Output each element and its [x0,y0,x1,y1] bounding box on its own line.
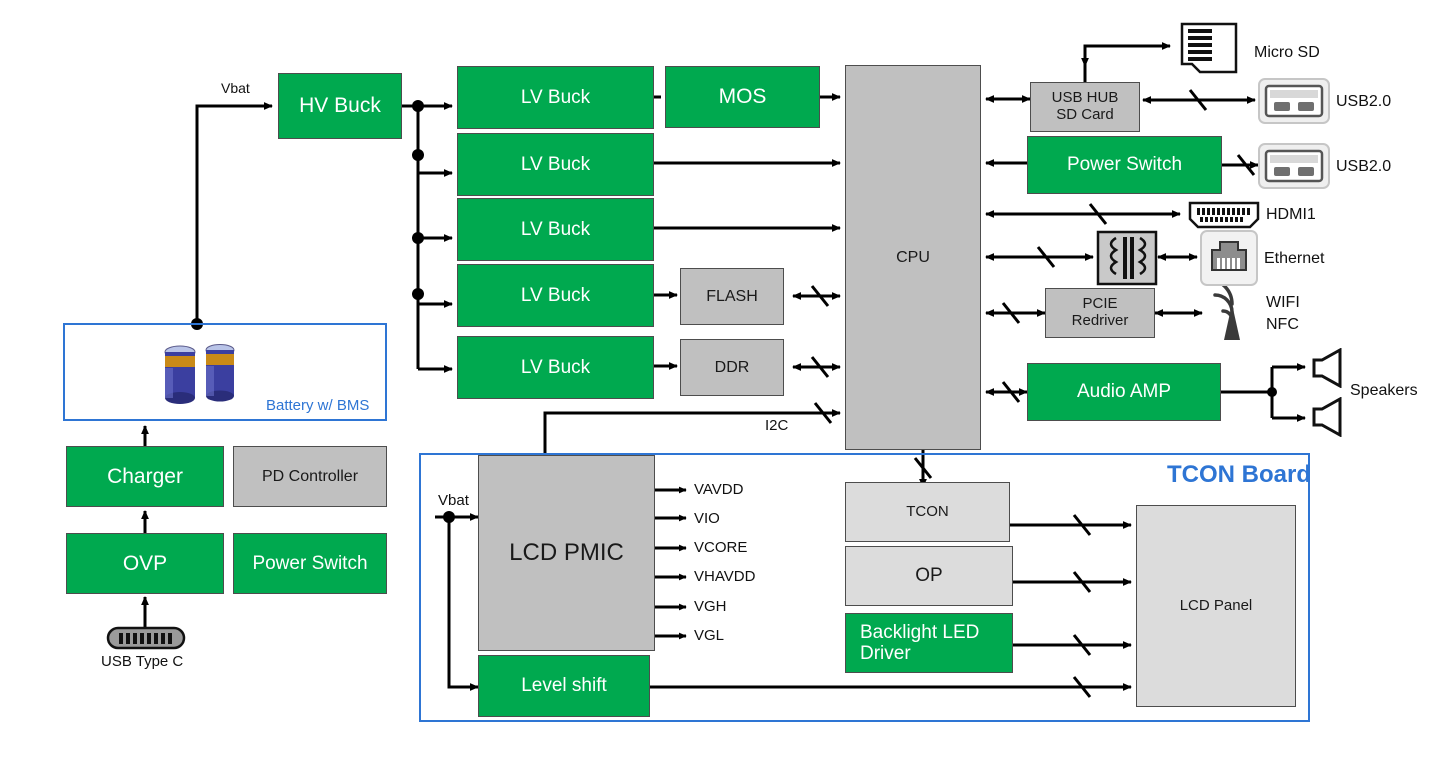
block-lv-buck-3-label: LV Buck [520,218,591,240]
block-hv-buck[interactable]: HV Buck [278,73,402,139]
block-lv-buck-4[interactable]: LV Buck [457,264,654,327]
block-usb-hub-sd-card[interactable]: USB HUB SD Card [1030,82,1140,132]
block-lv-buck-2-label: LV Buck [520,153,591,175]
block-tcon-label: TCON [906,502,949,520]
usb-type-c-icon [106,626,186,650]
block-mos[interactable]: MOS [665,66,820,128]
block-diagram-canvas: Charger PD Controller OVP Power Switch U… [0,0,1450,765]
vbat-label-top: Vbat [221,80,250,96]
transformer-icon [1096,230,1158,286]
block-ovp-label: OVP [122,551,168,575]
usb20-top-label: USB2.0 [1336,93,1392,110]
block-backlight-line1: Backlight LED [860,621,980,643]
block-mos-label: MOS [718,85,767,109]
tcon-board-title: TCON Board [1167,461,1311,488]
block-lcd-panel[interactable]: LCD Panel [1136,505,1296,707]
block-power-switch-input-label: Power Switch [252,552,368,574]
block-op-label: OP [915,565,943,587]
ethernet-label: Ethernet [1264,250,1325,267]
block-lv-buck-2[interactable]: LV Buck [457,133,654,196]
block-usb-hub-line2: SD Card [1056,106,1114,123]
block-lv-buck-1-label: LV Buck [520,86,591,108]
block-lcd-panel-label: LCD Panel [1179,596,1253,614]
block-lcd-pmic-label: LCD PMIC [509,538,624,566]
block-audio-amp-label: Audio AMP [1077,381,1171,403]
block-hv-buck-label: HV Buck [299,94,381,118]
block-ovp[interactable]: OVP [66,533,224,594]
block-tcon[interactable]: TCON [845,482,1010,542]
block-lv-buck-1[interactable]: LV Buck [457,66,654,129]
block-cpu[interactable]: CPU [845,65,981,450]
block-ddr[interactable]: DDR [680,339,784,396]
block-ddr-label: DDR [714,358,750,376]
rail-label-vgl: VGL [694,627,725,644]
block-pcie-line1: PCIE [1082,295,1118,313]
block-op[interactable]: OP [845,546,1013,606]
block-lv-buck-3[interactable]: LV Buck [457,198,654,261]
block-charger[interactable]: Charger [66,446,224,507]
block-level-shift[interactable]: Level shift [478,655,650,717]
wifi-antenna-icon [1213,286,1240,340]
speakers-label: Speakers [1350,382,1418,399]
block-pcie-redriver[interactable]: PCIE Redriver [1045,288,1155,338]
rail-label-vavdd: VAVDD [694,481,744,498]
battery-cells-icon [164,344,235,404]
block-audio-amp[interactable]: Audio AMP [1027,363,1221,421]
block-charger-label: Charger [107,464,183,488]
block-cpu-label: CPU [896,248,930,266]
hdmi1-label: HDMI1 [1266,206,1316,223]
rail-label-vgh: VGH [694,598,727,615]
speaker-bottom-icon [1312,397,1342,437]
battery-group-label: Battery w/ BMS [266,397,370,414]
usb-a-port-bottom-icon [1258,143,1330,189]
block-power-switch-input[interactable]: Power Switch [233,533,387,594]
speaker-top-icon [1312,348,1342,388]
rail-label-vio: VIO [694,510,720,527]
block-lv-buck-4-label: LV Buck [520,284,591,306]
block-pd-controller[interactable]: PD Controller [233,446,387,507]
block-lv-buck-5-label: LV Buck [520,356,591,378]
block-pd-controller-label: PD Controller [261,467,359,485]
hdmi-port-icon [1188,201,1260,229]
vbat-label-tcon: Vbat [438,492,469,509]
block-usb-hub-line1: USB HUB [1051,89,1119,107]
block-flash[interactable]: FLASH [680,268,784,325]
block-backlight-led-driver[interactable]: Backlight LED Driver [845,613,1013,673]
block-power-switch-usb-label: Power Switch [1066,154,1183,176]
block-lcd-pmic[interactable]: LCD PMIC [478,455,655,651]
block-level-shift-label: Level shift [521,675,607,697]
usb20-bottom-label: USB2.0 [1336,158,1392,175]
ethernet-rj45-icon [1200,230,1258,286]
micro-sd-label: Micro SD [1254,44,1320,61]
micro-sd-card-icon [1180,22,1238,74]
rail-label-vhavdd: VHAVDD [694,568,756,585]
usb-type-c-label: USB Type C [101,653,184,670]
block-lv-buck-5[interactable]: LV Buck [457,336,654,399]
nfc-label: NFC [1266,316,1299,333]
block-power-switch-usb[interactable]: Power Switch [1027,136,1222,194]
block-pcie-line2: Redriver [1071,312,1129,329]
block-flash-label: FLASH [706,287,758,305]
i2c-bus-label: I2C [765,417,789,434]
rail-label-vcore: VCORE [694,539,748,556]
wifi-label: WIFI [1266,294,1300,311]
usb-a-port-top-icon [1258,78,1330,124]
block-backlight-line2: Driver [860,643,911,664]
